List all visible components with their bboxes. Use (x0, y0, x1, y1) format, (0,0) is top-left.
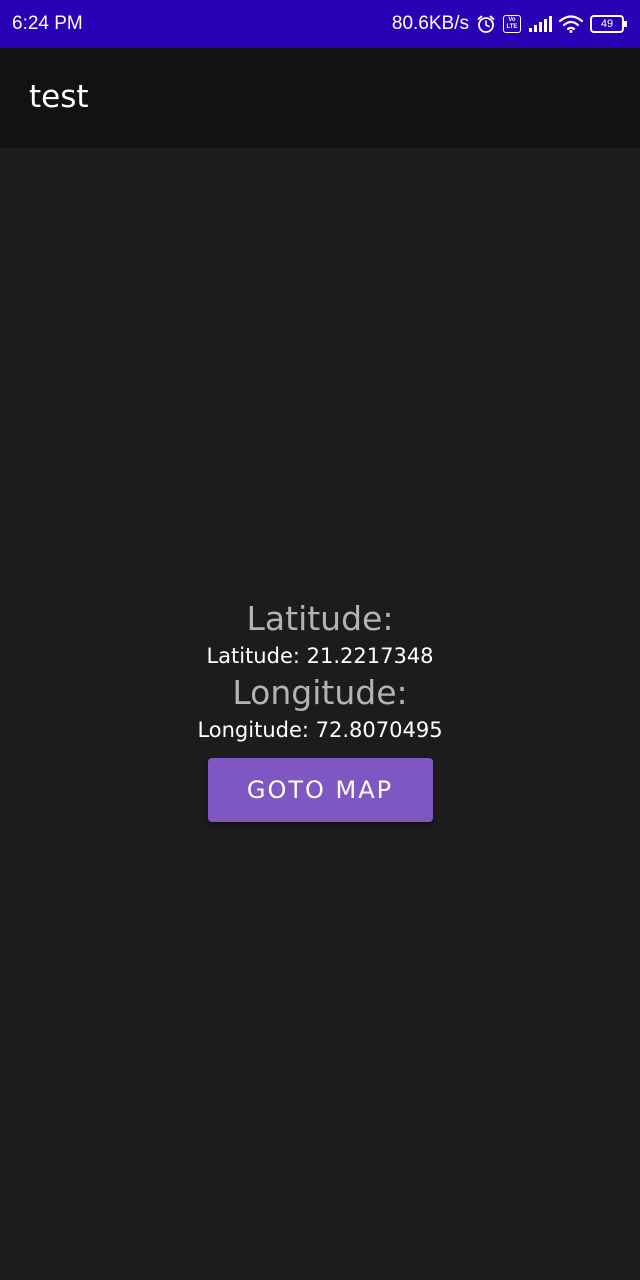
longitude-heading: Longitude: (232, 673, 408, 712)
location-panel: Latitude: Latitude: 21.2217348 Longitude… (0, 598, 640, 822)
network-speed: 80.6KB/s (391, 13, 469, 34)
volte-top-label: Vo (508, 17, 516, 23)
app-title: test (29, 79, 89, 115)
app-bar: test (0, 48, 640, 148)
latitude-value: Latitude: 21.2217348 (206, 644, 434, 668)
status-time: 6:24 PM (12, 13, 83, 34)
wifi-icon (559, 15, 583, 33)
volte-bottom-label: LTE (506, 24, 518, 30)
battery-icon: 49 (590, 15, 627, 33)
goto-map-button[interactable]: GOTO MAP (207, 758, 433, 822)
status-icons: 80.6KB/s Vo LTE 49 (392, 13, 628, 35)
alarm-icon (476, 14, 496, 34)
signal-icon (528, 15, 552, 33)
status-bar: 6:24 PM 80.6KB/s Vo LTE 49 (0, 0, 640, 48)
latitude-heading: Latitude: (246, 599, 394, 638)
battery-level: 49 (600, 18, 614, 30)
volte-icon: Vo LTE (503, 15, 521, 33)
longitude-value: Longitude: 72.8070495 (197, 718, 443, 742)
